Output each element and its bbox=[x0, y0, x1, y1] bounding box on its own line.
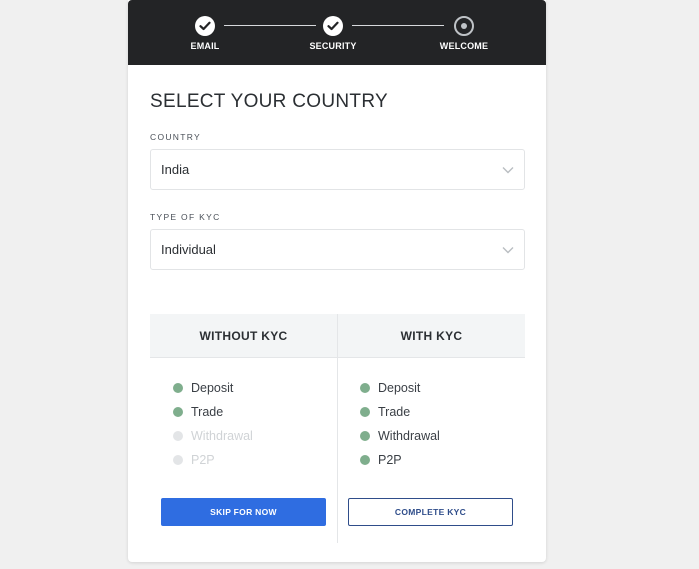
without-kyc-heading: WITHOUT KYC bbox=[150, 314, 337, 358]
country-select[interactable]: India bbox=[150, 149, 525, 190]
chevron-down-icon bbox=[502, 166, 514, 174]
list-item: P2P bbox=[360, 448, 440, 472]
with-kyc-heading: WITH KYC bbox=[338, 314, 525, 358]
list-item: Withdrawal bbox=[173, 424, 253, 448]
step-label: WELCOME bbox=[439, 41, 489, 51]
status-dot-icon bbox=[173, 383, 183, 393]
column-divider bbox=[337, 314, 338, 543]
without-kyc-features: Deposit Trade Withdrawal P2P bbox=[173, 376, 253, 472]
feature-label: P2P bbox=[378, 453, 402, 467]
list-item: Deposit bbox=[360, 376, 440, 400]
step-label: EMAIL bbox=[190, 41, 220, 51]
list-item: Deposit bbox=[173, 376, 253, 400]
check-icon bbox=[195, 16, 215, 36]
form-content: SELECT YOUR COUNTRY COUNTRY India TYPE O… bbox=[128, 91, 546, 270]
signup-card: EMAIL SECURITY WELCOME SELECT YOUR COUNT… bbox=[128, 0, 546, 562]
feature-label: Deposit bbox=[378, 381, 421, 395]
radio-dot-icon bbox=[454, 16, 474, 36]
status-dot-icon bbox=[360, 407, 370, 417]
page-title: SELECT YOUR COUNTRY bbox=[150, 91, 388, 112]
status-dot-icon bbox=[173, 431, 183, 441]
feature-label: P2P bbox=[191, 453, 215, 467]
skip-for-now-button[interactable]: SKIP FOR NOW bbox=[161, 498, 326, 526]
country-value: India bbox=[161, 162, 190, 177]
list-item: P2P bbox=[173, 448, 253, 472]
status-dot-icon bbox=[173, 407, 183, 417]
with-kyc-features: Deposit Trade Withdrawal P2P bbox=[360, 376, 440, 472]
feature-label: Withdrawal bbox=[378, 429, 440, 443]
status-dot-icon bbox=[360, 383, 370, 393]
step-security: SECURITY bbox=[288, 16, 378, 51]
feature-label: Trade bbox=[191, 405, 224, 419]
status-dot-icon bbox=[360, 455, 370, 465]
step-label: SECURITY bbox=[309, 41, 357, 51]
kyc-type-select[interactable]: Individual bbox=[150, 229, 525, 270]
feature-label: Withdrawal bbox=[191, 429, 253, 443]
complete-kyc-button[interactable]: COMPLETE KYC bbox=[348, 498, 513, 526]
feature-label: Trade bbox=[378, 405, 411, 419]
status-dot-icon bbox=[360, 431, 370, 441]
list-item: Trade bbox=[360, 400, 440, 424]
kyc-type-label: TYPE OF KYC bbox=[150, 212, 221, 222]
kyc-comparison: WITHOUT KYC WITH KYC Deposit Trade Withd… bbox=[150, 314, 525, 543]
kyc-type-value: Individual bbox=[161, 242, 216, 257]
step-welcome: WELCOME bbox=[419, 16, 509, 51]
feature-label: Deposit bbox=[191, 381, 234, 395]
country-label: COUNTRY bbox=[150, 132, 201, 142]
check-icon bbox=[323, 16, 343, 36]
list-item: Withdrawal bbox=[360, 424, 440, 448]
status-dot-icon bbox=[173, 455, 183, 465]
chevron-down-icon bbox=[502, 246, 514, 254]
progress-stepper: EMAIL SECURITY WELCOME bbox=[128, 0, 546, 65]
list-item: Trade bbox=[173, 400, 253, 424]
step-email: EMAIL bbox=[160, 16, 250, 51]
